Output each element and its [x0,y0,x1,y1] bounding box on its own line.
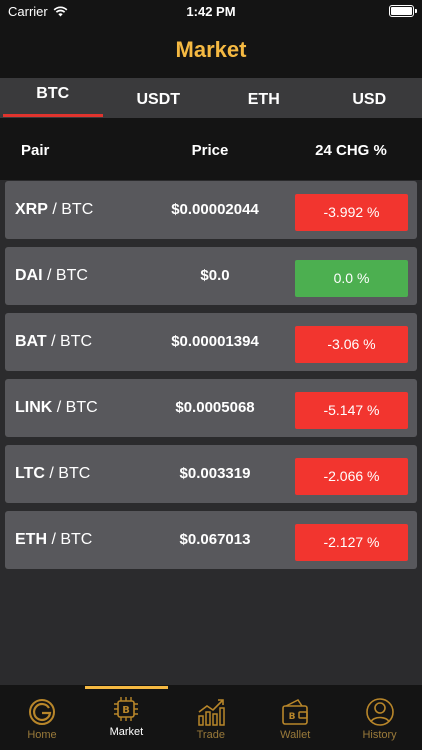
svg-text:B: B [123,705,131,716]
pair-label: ETH / BTC [15,531,92,549]
home-g-icon [29,699,55,725]
tabbar-label: History [362,729,397,741]
column-change: 24 CHG % [315,142,387,159]
pair-label: LINK / BTC [15,399,98,417]
status-bar: Carrier 1:42 PM [0,0,422,24]
base-symbol: DAI [15,267,43,284]
tabbar-label: Trade [196,729,225,741]
change-badge: -2.127 % [295,524,408,561]
tabbar-home[interactable]: Home [0,685,84,750]
tab-usd[interactable]: USD [317,78,422,118]
tab-label: ETH [247,91,280,108]
price-value: $0.067013 [179,531,251,548]
market-row-eth[interactable]: ETH / BTC $0.067013 -2.127 % [5,511,417,569]
tabbar-label: Market [109,726,144,738]
svg-text:B: B [289,712,296,722]
tab-btc[interactable]: BTC [0,78,106,118]
pair-label: BAT / BTC [15,333,92,351]
change-badge: 0.0 % [295,260,408,297]
change-badge: -3.06 % [295,326,408,363]
base-symbol: BAT [15,333,47,350]
price-value: $0.003319 [179,465,251,482]
column-header: Pair Price 24 CHG % [0,118,422,180]
nav-header: Market [0,24,422,78]
column-price: Price [191,142,229,159]
tabbar-market[interactable]: B Market [84,685,169,750]
quote-symbol: / BTC [56,399,98,416]
history-user-icon [365,698,394,726]
bottom-tab-bar: Home B Market Trade B Wallet History [0,685,422,750]
quote-currency-tabs: BTC USDT ETH USD [0,78,422,118]
column-pair: Pair [21,142,50,159]
market-row-bat[interactable]: BAT / BTC $0.00001394 -3.06 % [5,313,417,371]
tabbar-wallet[interactable]: B Wallet [253,685,337,750]
base-symbol: LINK [15,399,53,416]
market-row-ltc[interactable]: LTC / BTC $0.003319 -2.066 % [5,445,417,503]
market-row-link[interactable]: LINK / BTC $0.0005068 -5.147 % [5,379,417,437]
tabbar-history[interactable]: History [338,685,422,750]
price-value: $0.00002044 [171,201,259,218]
price-value: $0.0 [200,267,230,284]
quote-symbol: / BTC [51,531,93,548]
bitcoin-chip-icon: B [114,697,139,721]
wallet-icon: B [282,699,308,725]
change-badge: -5.147 % [295,392,408,429]
quote-symbol: / BTC [47,267,88,284]
change-badge: -3.992 % [295,194,408,231]
price-value: $0.00001394 [171,333,259,350]
tab-eth[interactable]: ETH [211,78,317,118]
pair-label: DAI / BTC [15,267,88,285]
tab-label: USDT [136,91,181,108]
page-title: Market [175,37,247,62]
base-symbol: LTC [15,465,45,482]
quote-symbol: / BTC [52,201,94,218]
change-badge: -2.066 % [295,458,408,495]
status-time: 1:42 PM [186,4,236,19]
quote-symbol: / BTC [49,465,91,482]
pair-label: LTC / BTC [15,465,90,483]
base-symbol: XRP [15,201,48,218]
market-row-dai[interactable]: DAI / BTC $0.0 0.0 % [5,247,417,305]
quote-symbol: / BTC [51,333,93,350]
tabbar-trade[interactable]: Trade [169,685,253,750]
tab-label: USD [352,91,387,108]
tabbar-label: Wallet [280,729,311,741]
pair-label: XRP / BTC [15,201,93,219]
base-symbol: ETH [15,531,47,548]
trade-chart-icon [198,699,225,726]
market-row-xrp[interactable]: XRP / BTC $0.00002044 -3.992 % [5,181,417,239]
tab-usdt[interactable]: USDT [106,78,212,118]
battery-icon [389,5,417,17]
tab-label: BTC [36,85,70,102]
tabbar-label: Home [27,729,57,741]
price-value: $0.0005068 [175,399,255,416]
